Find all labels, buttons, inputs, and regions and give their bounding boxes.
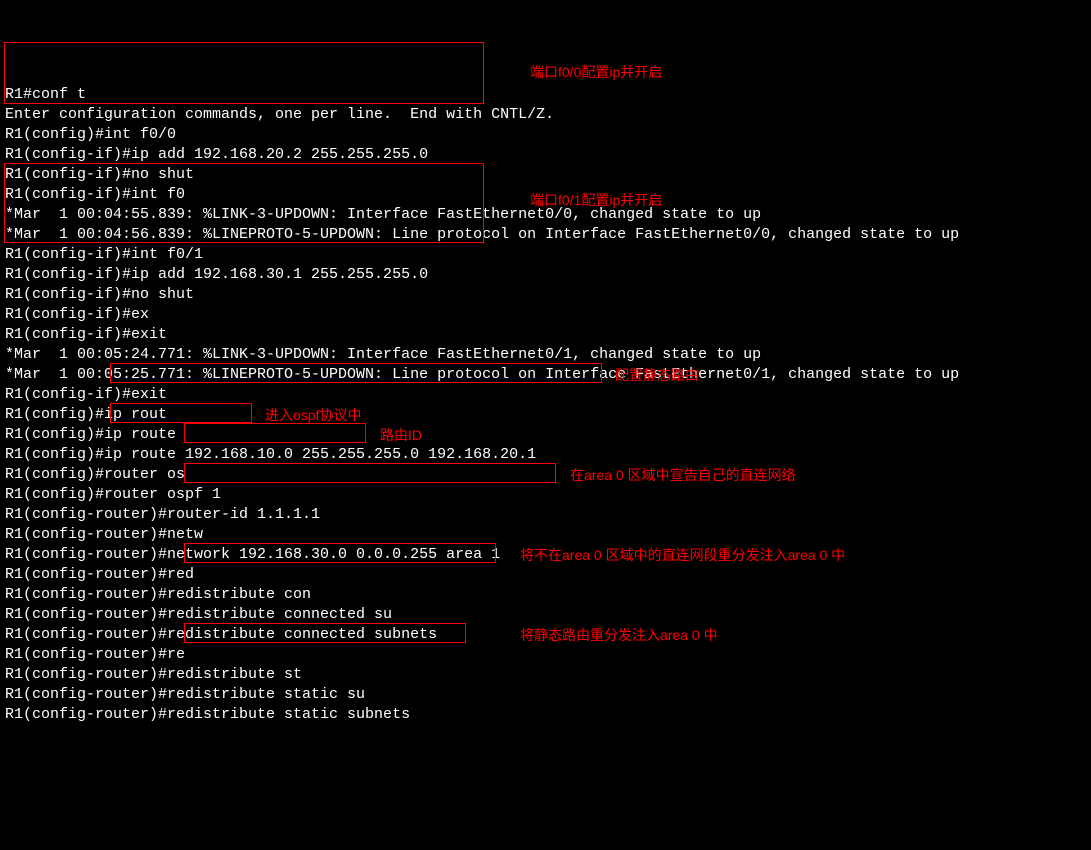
terminal-line: R1#conf t [5,85,1086,105]
terminal-line: R1(config)#router ospf 1 [5,485,1086,505]
terminal-line: R1(config-if)#no shut [5,285,1086,305]
terminal-line: R1(config-if)#no shut [5,165,1086,185]
terminal-line: R1(config-if)#exit [5,325,1086,345]
annotation-note: 路由ID [380,425,422,445]
terminal-line: R1(config-router)#re [5,645,1086,665]
annotation-note: 进入ospf协议中 [265,405,361,425]
terminal-line: R1(config-router)#redistribute st [5,665,1086,685]
terminal-line: R1(config-router)#router-id 1.1.1.1 [5,505,1086,525]
terminal-line: *Mar 1 00:04:56.839: %LINEPROTO-5-UPDOWN… [5,225,1086,245]
terminal-line: R1(config-if)#ex [5,305,1086,325]
terminal-line: R1(config-if)#ip add 192.168.30.1 255.25… [5,265,1086,285]
annotation-note: 在area 0 区域中宣告自己的直连网络 [570,465,796,485]
annotation-note: 将静态路由重分发注入area 0 中 [520,625,718,645]
terminal-line: R1(config)#ip route [5,425,1086,445]
terminal-line: R1(config-if)#exit [5,385,1086,405]
terminal-line: R1(config)#router os [5,465,1086,485]
terminal-line: R1(config-router)#redistribute static su… [5,705,1086,725]
terminal-line: *Mar 1 00:05:24.771: %LINK-3-UPDOWN: Int… [5,345,1086,365]
terminal-line: R1(config-router)#redistribute connected… [5,605,1086,625]
terminal-line: R1(config-router)#red [5,565,1086,585]
terminal-line: R1(config-router)#netw [5,525,1086,545]
terminal-line: Enter configuration commands, one per li… [5,105,1086,125]
terminal-line: *Mar 1 00:05:25.771: %LINEPROTO-5-UPDOWN… [5,365,1086,385]
annotation-note: 端口f0/1配置ip并开启 [530,190,662,210]
terminal-line: R1(config-router)#redistribute con [5,585,1086,605]
terminal-line: R1(config)#ip rout [5,405,1086,425]
terminal-line: R1(config-if)#int f0/1 [5,245,1086,265]
annotation-note: 将不在area 0 区域中的直连网段重分发注入area 0 中 [520,545,845,565]
terminal-line: R1(config)#ip route 192.168.10.0 255.255… [5,445,1086,465]
annotation-note: 端口f0/0配置ip并开启 [530,62,662,82]
terminal-line: R1(config)#int f0/0 [5,125,1086,145]
terminal-line: R1(config-if)#ip add 192.168.20.2 255.25… [5,145,1086,165]
terminal-line: R1(config-router)#redistribute static su [5,685,1086,705]
annotation-note: 配置静态路由 [615,365,699,385]
